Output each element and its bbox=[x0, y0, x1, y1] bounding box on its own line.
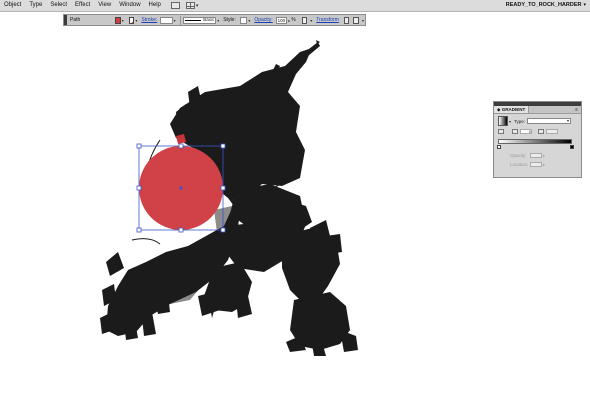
opacity-row: Opacity: ▸ bbox=[510, 153, 546, 158]
gradient-panel: ◆ GRADIENT ≡ ▾ Type: 0 Opacity: ▸ Locati… bbox=[493, 101, 582, 178]
gradient-angle-row: 0 bbox=[498, 129, 558, 134]
tab-gradient-label: GRADIENT bbox=[501, 107, 526, 112]
stop-location-field[interactable] bbox=[530, 162, 542, 167]
reverse-gradient-icon[interactable] bbox=[498, 129, 504, 134]
gradient-preview-swatch[interactable] bbox=[498, 116, 508, 126]
type-label: Type: bbox=[514, 118, 526, 124]
angle-icon bbox=[512, 129, 518, 134]
aspect-ratio-icon bbox=[538, 129, 544, 134]
panel-tab-bar: ◆ GRADIENT ≡ bbox=[494, 106, 581, 114]
location-label: Location: bbox=[510, 162, 529, 167]
chevron-right-icon[interactable]: ▸ bbox=[543, 162, 545, 167]
artboard-canvas[interactable] bbox=[0, 0, 590, 400]
panel-menu-icon[interactable]: ≡ bbox=[575, 107, 578, 113]
gradient-type-select[interactable] bbox=[527, 118, 572, 124]
gradient-slider-ramp[interactable] bbox=[498, 139, 572, 144]
gradient-type-row: ▾ Type: bbox=[498, 116, 572, 126]
stop-opacity-field[interactable] bbox=[530, 153, 542, 158]
tab-gradient[interactable]: ◆ GRADIENT bbox=[494, 106, 530, 113]
opacity-label: Opacity: bbox=[510, 153, 527, 158]
gradient-stop-black[interactable] bbox=[570, 145, 574, 149]
aspect-ratio-field[interactable] bbox=[546, 129, 558, 134]
gradient-stop-white[interactable] bbox=[497, 145, 501, 149]
location-row: Location: ▸ bbox=[510, 162, 546, 167]
chevron-right-icon[interactable]: ▸ bbox=[543, 153, 545, 158]
angle-field[interactable]: 0 bbox=[520, 129, 532, 134]
chevron-down-icon[interactable]: ▾ bbox=[509, 119, 511, 124]
